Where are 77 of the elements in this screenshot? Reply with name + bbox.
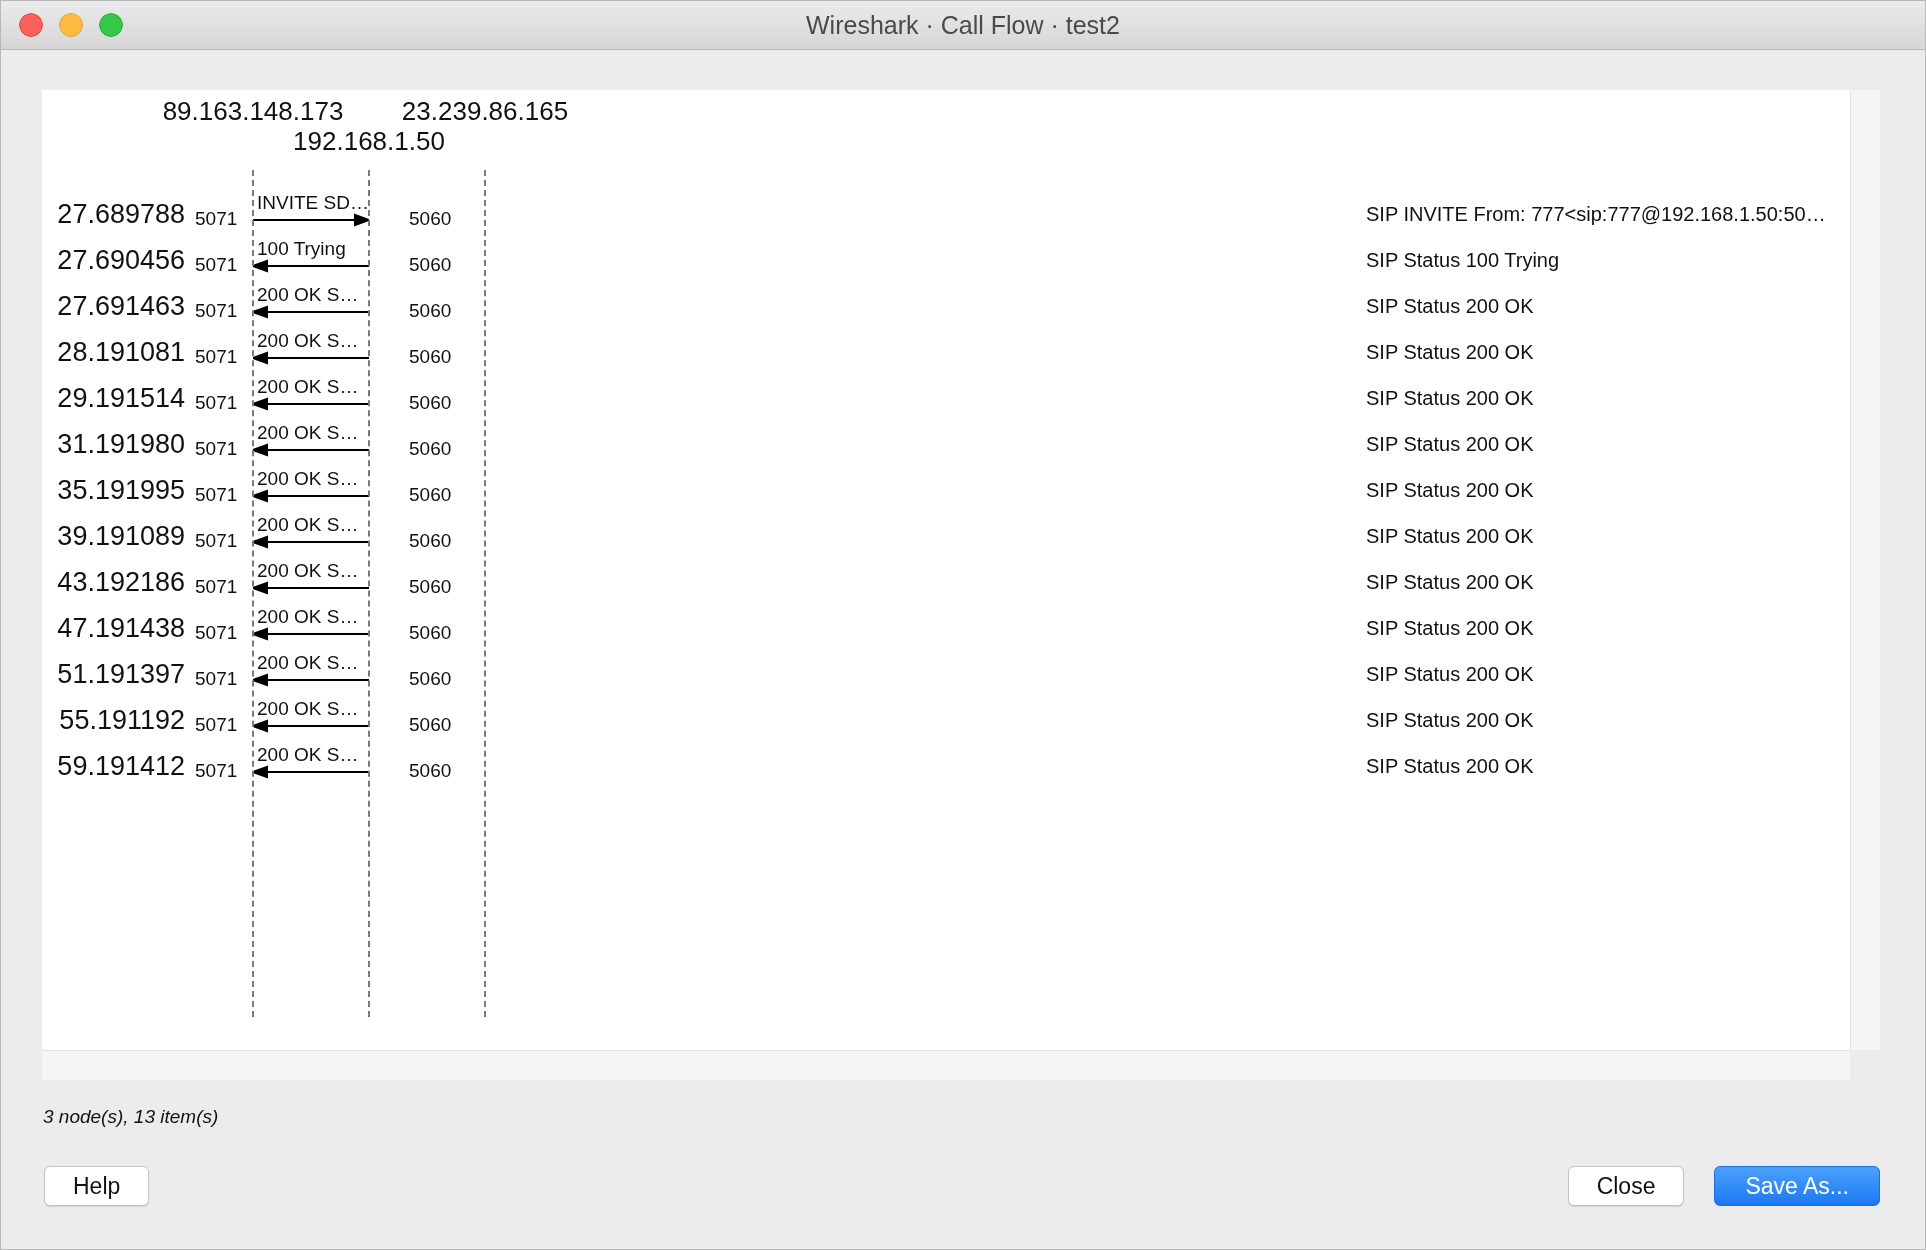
message-comment: SIP Status 200 OK — [1366, 432, 1535, 456]
maximize-window-icon[interactable] — [99, 13, 123, 37]
message-label: 200 OK S… — [257, 560, 359, 582]
message-label: 200 OK S… — [257, 514, 359, 536]
message-comment: SIP Status 100 Trying — [1366, 248, 1561, 272]
message-comment: SIP Status 200 OK — [1366, 754, 1535, 778]
status-text: 3 node(s), 13 item(s) — [43, 1106, 219, 1127]
node-address: 89.163.148.173 — [162, 96, 344, 127]
timestamp: 27.691463 — [56, 290, 185, 322]
message-label: 200 OK S… — [257, 376, 359, 398]
port-number: 5071 — [195, 299, 239, 322]
timestamp: 31.191980 — [56, 428, 185, 460]
timestamp: 29.191514 — [56, 382, 185, 414]
timestamp: 55.191192 — [58, 704, 185, 736]
message-comment: SIP Status 200 OK — [1366, 708, 1535, 732]
port-number: 5071 — [195, 207, 239, 230]
timestamp: 28.191081 — [56, 336, 185, 368]
message-comment: SIP Status 200 OK — [1366, 294, 1535, 318]
port-number: 5060 — [409, 667, 453, 690]
horizontal-scrollbar[interactable] — [42, 1050, 1850, 1080]
message-label: 200 OK S… — [257, 744, 359, 766]
port-number: 5071 — [195, 345, 239, 368]
port-number: 5060 — [409, 207, 453, 230]
port-number: 5071 — [195, 483, 239, 506]
message-comment: SIP INVITE From: 777<sip:777@192.168.1.50:50… — [1366, 202, 1827, 226]
timestamp: 47.191438 — [56, 612, 185, 644]
port-number: 5060 — [409, 529, 453, 552]
timestamp: 59.191412 — [56, 750, 185, 782]
port-number: 5060 — [409, 575, 453, 598]
port-number: 5060 — [409, 759, 453, 782]
port-number: 5071 — [195, 759, 239, 782]
port-number: 5071 — [195, 575, 239, 598]
timestamp: 27.689788 — [56, 198, 185, 230]
close-window-icon[interactable] — [19, 13, 43, 37]
message-label: INVITE SD… — [257, 192, 369, 214]
dialog-button[interactable]: Close — [1567, 1166, 1685, 1206]
port-number: 5071 — [195, 437, 239, 460]
port-number: 5060 — [409, 621, 453, 644]
message-comment: SIP Status 200 OK — [1366, 340, 1535, 364]
message-comment: SIP Status 200 OK — [1366, 524, 1535, 548]
port-number: 5060 — [409, 483, 453, 506]
timestamp: 35.191995 — [56, 474, 185, 506]
message-comment: SIP Status 200 OK — [1366, 662, 1535, 686]
port-number: 5071 — [195, 529, 239, 552]
window-title: Wireshark · Call Flow · test2 — [806, 10, 1120, 39]
message-label: 200 OK S… — [257, 468, 359, 490]
port-number: 5060 — [409, 437, 453, 460]
port-number: 5060 — [409, 345, 453, 368]
dialog-button[interactable]: Help — [44, 1166, 150, 1206]
port-number: 5071 — [195, 667, 239, 690]
port-number: 5071 — [195, 713, 239, 736]
message-label: 200 OK S… — [257, 698, 359, 720]
timestamp: 51.191397 — [56, 658, 185, 690]
vertical-scrollbar[interactable] — [1850, 90, 1880, 1050]
port-number: 5071 — [195, 391, 239, 414]
port-number: 5060 — [409, 299, 453, 322]
port-number: 5071 — [195, 621, 239, 644]
message-label: 200 OK S… — [257, 422, 359, 444]
port-number: 5060 — [409, 253, 453, 276]
port-number: 5060 — [409, 391, 453, 414]
timestamp: 39.191089 — [56, 520, 185, 552]
message-comment: SIP Status 200 OK — [1366, 386, 1535, 410]
minimize-window-icon[interactable] — [59, 13, 83, 37]
timestamp: 27.690456 — [56, 244, 185, 276]
message-comment: SIP Status 200 OK — [1366, 570, 1535, 594]
node-address: 192.168.1.50 — [293, 126, 445, 157]
node-address: 23.239.86.165 — [401, 96, 569, 127]
message-label: 200 OK S… — [257, 284, 359, 306]
message-label: 200 OK S… — [257, 652, 359, 674]
message-comment: SIP Status 200 OK — [1366, 478, 1535, 502]
message-label: 200 OK S… — [257, 606, 359, 628]
message-comment: SIP Status 200 OK — [1366, 616, 1535, 640]
message-label: 200 OK S… — [257, 330, 359, 352]
port-number: 5071 — [195, 253, 239, 276]
timestamp: 43.192186 — [56, 566, 185, 598]
message-label: 100 Trying — [257, 238, 346, 260]
port-number: 5060 — [409, 713, 453, 736]
